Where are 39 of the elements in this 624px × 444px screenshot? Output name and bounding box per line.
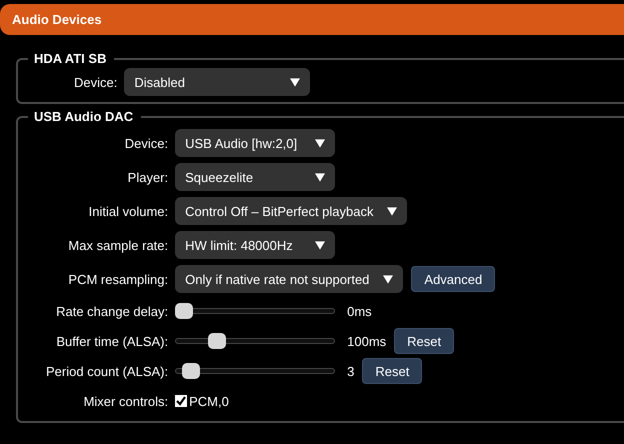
checkbox-label: PCM,0 [189,394,229,408]
slider-thumb[interactable] [208,333,226,349]
dropdown[interactable]: USB Audio [hw:2,0] [175,129,336,157]
field-label: Player: [126,170,168,184]
slider-value: 100ms [347,334,386,348]
slider[interactable] [175,333,336,349]
dropdown[interactable]: Control Off – BitPerfect playback [175,197,408,225]
field-label: Max sample rate: [67,238,168,252]
dropdown[interactable]: Squeezelite [175,163,336,191]
slider-thumb[interactable] [182,363,200,379]
caret-icon [290,78,300,86]
field-label: Buffer time (ALSA): [55,334,168,348]
field-label: Mixer controls: [82,394,168,408]
field-label: Device: [74,74,118,90]
field-label: Initial volume: [88,204,168,218]
slider-thumb[interactable] [175,303,194,319]
caret-icon [315,240,326,250]
slider[interactable] [175,363,336,379]
field-label: Device: [124,136,168,150]
slider[interactable] [175,303,336,319]
caret-icon [387,206,398,216]
field-label: PCM resampling: [67,272,168,286]
group-title: HDA ATI SB [33,51,108,66]
caret-icon [315,138,326,148]
section-title: Audio Devices [12,12,102,27]
dropdown[interactable]: Disabled [124,68,310,96]
group-title: USB Audio DAC [33,109,134,124]
slider-value: 0ms [347,304,372,318]
action-button[interactable]: Advanced [411,266,496,292]
caret-icon [383,274,394,284]
checkbox[interactable] [175,395,188,407]
field-label: Period count (ALSA): [46,364,168,378]
action-button[interactable]: Reset [362,358,422,384]
dropdown[interactable]: HW limit: 48000Hz [175,231,336,259]
field-label: Rate change delay: [55,304,168,318]
dropdown[interactable]: Only if native rate not supported [175,265,404,293]
slider-value: 3 [347,364,354,378]
action-button[interactable]: Reset [394,328,454,354]
caret-icon [315,172,326,182]
